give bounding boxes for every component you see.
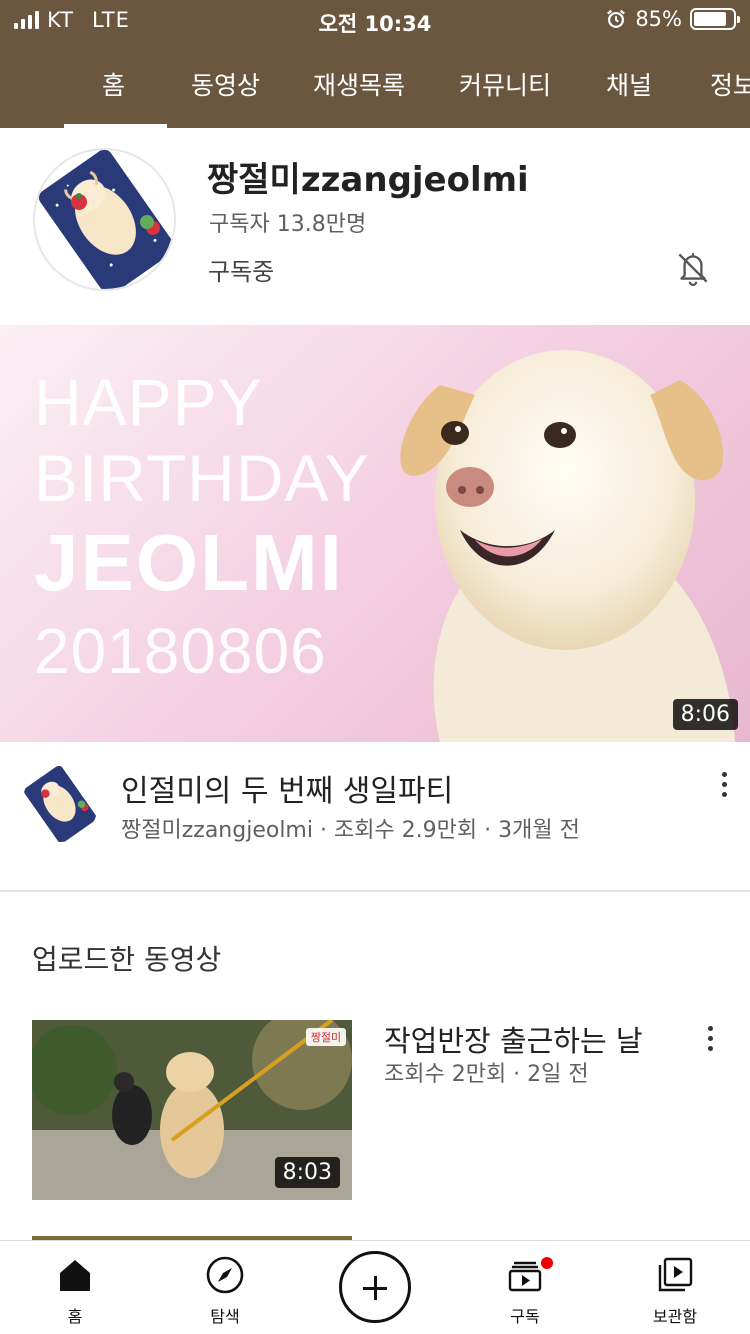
nav-explore[interactable]: 탐색 [165,1241,285,1334]
tab-community[interactable]: 커뮤니티 [459,66,551,102]
tab-videos[interactable]: 동영상 [191,66,260,102]
video-title[interactable]: 작업반장 출근하는 날 [384,1018,643,1060]
avatar-illustration-small [22,766,98,842]
nav-home[interactable]: 홈 [15,1241,135,1334]
more-options-icon[interactable] [712,764,736,804]
featured-video-thumbnail[interactable]: HAPPY BIRTHDAY JEOLMI 20180806 8:06 [0,325,750,742]
nav-library-label: 보관함 [652,1307,698,1326]
battery-icon [690,8,740,30]
nav-subscriptions-label: 구독 [510,1307,540,1326]
video-duration: 8:06 [672,699,738,730]
tab-playlists[interactable]: 재생목록 [313,66,405,102]
thumbnail-watermark: 짱절미 [311,1031,341,1044]
featured-video-info[interactable]: 인절미의 두 번째 생일파티 짱절미zzangjeolmi · 조회수 2.9만… [0,742,750,890]
library-icon [658,1257,693,1292]
tab-channels[interactable]: 채널 [606,66,652,102]
channel-avatar[interactable] [33,148,176,291]
section-divider [0,890,750,892]
dog-photo [400,350,735,742]
nav-explore-label: 탐색 [210,1307,240,1326]
notification-badge [539,1255,555,1271]
avatar-illustration [35,150,174,289]
status-bar: KT LTE 오전 10:34 85% [0,0,750,40]
subscribed-button[interactable]: 구독중 [208,252,274,287]
compass-icon [206,1256,244,1294]
create-icon[interactable] [339,1251,411,1323]
video-duration: 8:03 [274,1157,340,1188]
thumbnail-text: HAPPY BIRTHDAY JEOLMI 20180806 [34,369,370,683]
thumb-line-3: JEOLMI [34,518,344,607]
featured-video-title[interactable]: 인절미의 두 번째 생일파티 [121,766,453,810]
bottom-navigation: 홈 탐색 구독 보관함 [0,1240,750,1334]
tab-home[interactable]: 홈 [102,66,125,102]
channel-tabs: 홈 동영상 재생목록 커뮤니티 채널 정보 [0,44,750,128]
featured-video-meta: 짱절미zzangjeolmi · 조회수 2.9만회 · 3개월 전 [121,818,580,843]
thumb-line-4: 20180806 [34,615,327,687]
more-options-icon[interactable] [698,1018,722,1058]
channel-header: 짱절미zzangjeolmi 구독자 13.8만명 구독중 [0,128,750,325]
status-right: 85% [605,7,740,31]
nav-subscriptions[interactable]: 구독 [465,1241,585,1334]
video-thumbnail[interactable]: 짱절미 8:03 [32,1020,352,1200]
video-meta: 조회수 2만회 · 2일 전 [384,1062,589,1087]
channel-avatar-small[interactable] [22,766,98,842]
alarm-icon [607,9,626,28]
channel-name: 짱절미zzangjeolmi [207,160,529,200]
home-icon [60,1260,90,1291]
uploads-section-title[interactable]: 업로드한 동영상 [32,938,221,978]
app-header: KT LTE 오전 10:34 85% 홈 동영상 재생목록 커뮤니티 채널 정… [0,0,750,128]
nav-library[interactable]: 보관함 [615,1241,735,1334]
tab-about[interactable]: 정보 [710,66,750,102]
battery-percent: 85% [635,7,682,31]
thumb-line-1: HAPPY [34,365,263,439]
nav-home-label: 홈 [67,1307,83,1326]
bell-off-icon[interactable] [672,246,714,288]
thumb-line-2: BIRTHDAY [34,441,370,515]
subscriber-count: 구독자 13.8만명 [209,212,367,237]
